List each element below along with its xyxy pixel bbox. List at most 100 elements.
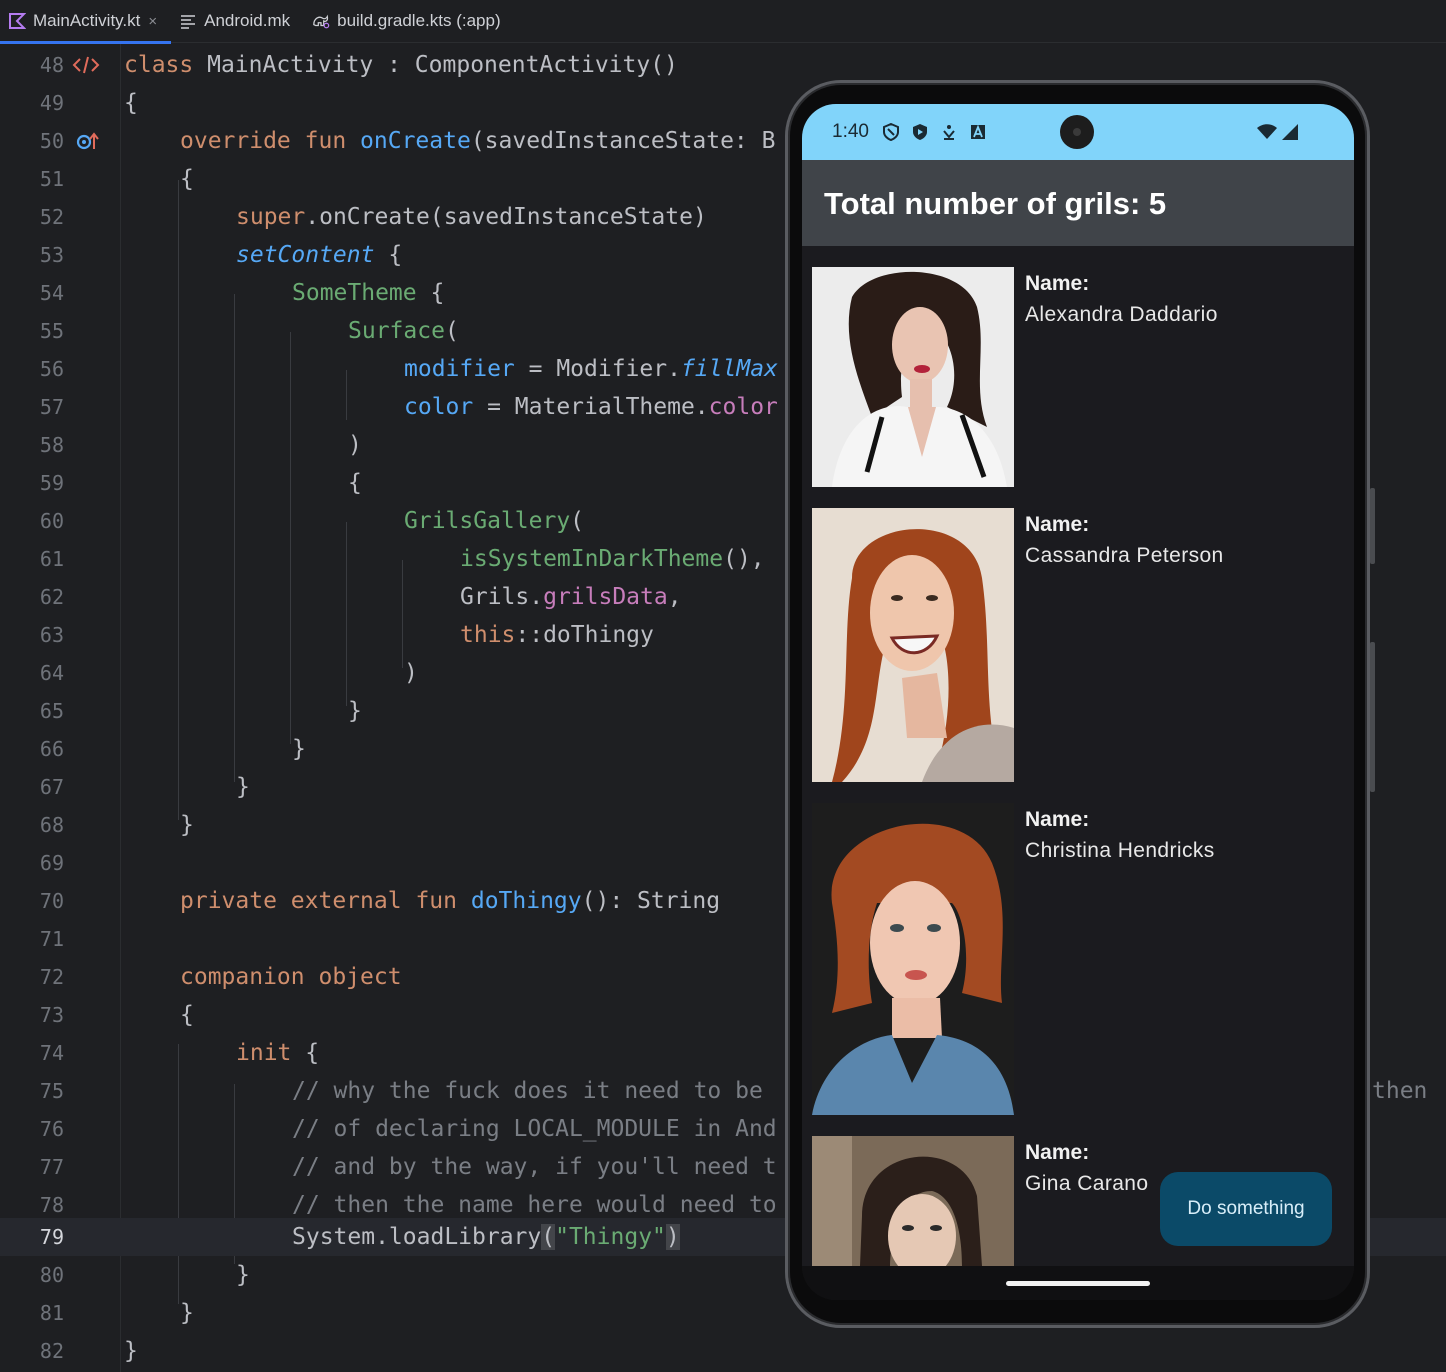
line-number: 74 (39, 1041, 64, 1065)
code-text: ) (404, 660, 418, 686)
line-number: 49 (39, 91, 64, 115)
volume-button[interactable] (1370, 642, 1375, 792)
line-number: 64 (39, 661, 64, 685)
name-label: Name: (1025, 1141, 1090, 1164)
line-number: 66 (39, 737, 64, 761)
editor-tab-bar: MainActivity.kt × Android.mk build.gradl… (0, 0, 1446, 44)
download-icon (940, 123, 958, 141)
line-number: 72 (39, 965, 64, 989)
line-number: 75 (39, 1079, 64, 1103)
code-text: SomeTheme { (292, 280, 445, 306)
power-button[interactable] (1370, 488, 1375, 564)
code-text: System.loadLibrary("Thingy") (292, 1224, 680, 1250)
code-text: setContent { (236, 242, 403, 268)
tab-mainactivity[interactable]: MainActivity.kt × (0, 0, 172, 44)
line-number: 70 (39, 889, 64, 913)
cellular-signal-icon (1280, 123, 1300, 141)
code-text: { (180, 166, 194, 192)
tab-build-gradle[interactable]: build.gradle.kts (:app) (304, 0, 514, 43)
name-value: Cassandra Peterson (1025, 544, 1224, 567)
list-item[interactable]: Name: Alexandra Daddario (812, 267, 1344, 487)
tab-label: build.gradle.kts (:app) (337, 11, 501, 30)
home-gesture-handle[interactable] (1006, 1281, 1150, 1286)
list-item[interactable]: Name: Christina Hendricks (812, 803, 1344, 1115)
code-text: color = MaterialTheme.color (404, 394, 778, 420)
name-label: Name: (1025, 808, 1090, 831)
line-number: 62 (39, 585, 64, 609)
line-number: 54 (39, 281, 64, 305)
code-text: Grils.grilsData, (460, 584, 682, 610)
code-text: super.onCreate(savedInstanceState) (236, 204, 707, 230)
shield-icon (882, 122, 900, 142)
code-text: } (124, 1338, 138, 1364)
line-number: 80 (39, 1263, 64, 1287)
close-icon[interactable]: × (148, 13, 157, 30)
code-text: ) (348, 432, 362, 458)
code-comment: // why the fuck does it need to be (292, 1078, 763, 1104)
wifi-icon (1256, 123, 1278, 141)
override-icon[interactable] (72, 131, 100, 151)
code-comment: // and by the way, if you'll need t (292, 1154, 777, 1180)
line-number: 73 (39, 1003, 64, 1027)
code-text: } (236, 774, 250, 800)
navigation-bar (802, 1266, 1354, 1300)
code-tag-icon[interactable] (72, 55, 100, 75)
portrait-photo (812, 267, 1014, 487)
play-protect-icon (911, 123, 929, 141)
line-number: 58 (39, 433, 64, 457)
status-bar: 1:40 (802, 104, 1354, 160)
code-text: class MainActivity : ComponentActivity() (124, 52, 678, 78)
kotlin-file-icon (8, 12, 26, 30)
code-text: } (236, 1262, 250, 1288)
code-text: private external fun doThingy(): String (180, 888, 721, 914)
code-text: } (180, 1300, 194, 1326)
line-number: 71 (39, 927, 64, 951)
line-number: 51 (39, 167, 64, 191)
portrait-photo (812, 803, 1014, 1115)
line-number: 79 (39, 1225, 64, 1249)
code-line[interactable]: 82 } (0, 1332, 1446, 1370)
portrait-photo (812, 508, 1014, 782)
front-camera (1060, 115, 1094, 149)
line-number: 57 (39, 395, 64, 419)
gallery-list[interactable]: Name: Alexandra Daddario Name: Cassandra… (802, 246, 1354, 1266)
name-value: Gina Carano (1025, 1172, 1149, 1195)
code-text: companion object (180, 964, 402, 990)
line-number: 82 (39, 1339, 64, 1363)
gradle-icon (312, 12, 330, 30)
line-number: 50 (39, 129, 64, 153)
device-screen[interactable]: 1:40 Total number of grils: 5 Name: Alex… (802, 104, 1354, 1300)
tab-label: MainActivity.kt (33, 11, 141, 30)
code-text: { (124, 90, 138, 116)
code-text: } (292, 736, 306, 762)
app-title: Total number of grils: 5 (824, 186, 1167, 221)
code-text: Surface( (348, 318, 459, 344)
do-something-button[interactable]: Do something (1160, 1172, 1332, 1246)
name-value: Christina Hendricks (1025, 839, 1215, 862)
line-number: 56 (39, 357, 64, 381)
tab-android-mk[interactable]: Android.mk (171, 0, 304, 43)
code-line[interactable]: 48 class MainActivity : ComponentActivit… (0, 46, 1446, 84)
list-item[interactable]: Name: Cassandra Peterson (812, 508, 1344, 782)
line-number: 76 (39, 1117, 64, 1141)
line-number: 63 (39, 623, 64, 647)
code-text: override fun onCreate(savedInstanceState… (180, 128, 776, 154)
line-number: 59 (39, 471, 64, 495)
line-number: 67 (39, 775, 64, 799)
name-label: Name: (1025, 513, 1090, 536)
line-number: 60 (39, 509, 64, 533)
name-label: Name: (1025, 272, 1090, 295)
code-text: isSystemInDarkTheme(), (460, 546, 765, 572)
portrait-photo (812, 1136, 1014, 1266)
line-number: 77 (39, 1155, 64, 1179)
code-text: { (180, 1002, 194, 1028)
line-number: 52 (39, 205, 64, 229)
line-number: 48 (39, 53, 64, 77)
code-text: { (348, 470, 362, 496)
code-text: } (180, 812, 194, 838)
font-icon (969, 123, 987, 141)
code-comment: // of declaring LOCAL_MODULE in And (292, 1116, 777, 1142)
app-bar: Total number of grils: 5 (802, 160, 1354, 246)
code-text: } (348, 698, 362, 724)
code-text: GrilsGallery( (404, 508, 585, 534)
